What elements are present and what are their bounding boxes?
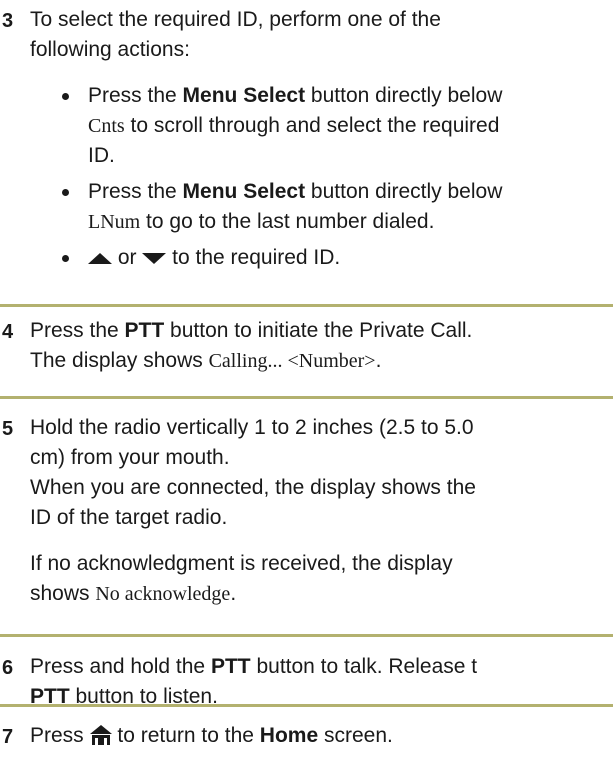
button-name: Menu Select <box>182 84 306 107</box>
text: or <box>112 246 143 269</box>
list-item: Press the Menu Select button directly be… <box>30 177 613 237</box>
display-text: LNum <box>88 211 141 233</box>
text: to the required ID. <box>166 246 341 269</box>
up-arrow-icon <box>88 252 112 264</box>
note-line: If no acknowledgment is received, the di… <box>30 552 453 575</box>
step-5-content: Hold the radio vertically 1 to 2 inches … <box>30 413 613 609</box>
step-text-line: When you are connected, the display show… <box>30 476 476 499</box>
text: button to initiate the Private Call. <box>164 319 473 342</box>
button-name: PTT <box>210 655 251 678</box>
text: Press the <box>88 180 183 203</box>
step-number: 7 <box>2 726 14 748</box>
text: button directly below <box>305 84 503 107</box>
text: button to talk. Release t <box>250 655 478 678</box>
bullet-icon <box>62 255 69 262</box>
bullet-icon <box>62 189 69 196</box>
step-number: 5 <box>2 418 14 440</box>
step-text-line: To select the required ID, perform one o… <box>30 8 441 31</box>
down-arrow-icon <box>142 252 167 264</box>
display-text: No acknowledge <box>95 583 231 605</box>
text: ID. <box>88 144 115 167</box>
text: Press the <box>88 84 183 107</box>
button-name: PTT <box>124 319 165 342</box>
step-4-content: Press the PTT button to initiate the Pri… <box>30 316 613 376</box>
text: Press and hold the <box>30 655 211 678</box>
text: to return to the <box>117 724 260 747</box>
text: to scroll through and select the require… <box>124 114 500 137</box>
home-icon <box>89 725 112 745</box>
step-number: 6 <box>2 657 14 679</box>
divider <box>0 396 613 399</box>
bullet-icon <box>62 93 69 100</box>
text: . <box>375 349 382 372</box>
step-text-line: ID of the target radio. <box>30 506 228 529</box>
step-text-line: Hold the radio vertically 1 to 2 inches … <box>30 416 474 439</box>
step-7-content: Press to return to the Home screen. <box>30 721 613 751</box>
divider <box>0 634 613 637</box>
text: The display shows <box>30 349 209 372</box>
text: button directly below <box>305 180 503 203</box>
divider <box>0 704 613 707</box>
step-3-content: To select the required ID, perform one o… <box>30 5 613 273</box>
action-list: Press the Menu Select button directly be… <box>30 81 613 273</box>
display-text: Calling... <Number> <box>208 350 376 372</box>
screen-name: Home <box>259 724 319 747</box>
step-text-line: following actions: <box>30 38 190 61</box>
step-6-content: Press and hold the PTT button to talk. R… <box>30 652 613 712</box>
button-name: Menu Select <box>182 180 306 203</box>
list-item: Press the Menu Select button directly be… <box>30 81 613 171</box>
text: Press the <box>30 319 125 342</box>
text: . <box>230 582 237 605</box>
text: Press <box>30 724 90 747</box>
step-text-line: cm) from your mouth. <box>30 446 230 469</box>
text: to go to the last number dialed. <box>140 210 435 233</box>
step-number: 3 <box>2 10 14 32</box>
step-number: 4 <box>2 321 14 343</box>
list-item: or to the required ID. <box>30 243 613 273</box>
text: shows <box>30 582 96 605</box>
divider <box>0 304 613 307</box>
text: screen. <box>318 724 393 747</box>
display-text: Cnts <box>88 115 125 137</box>
